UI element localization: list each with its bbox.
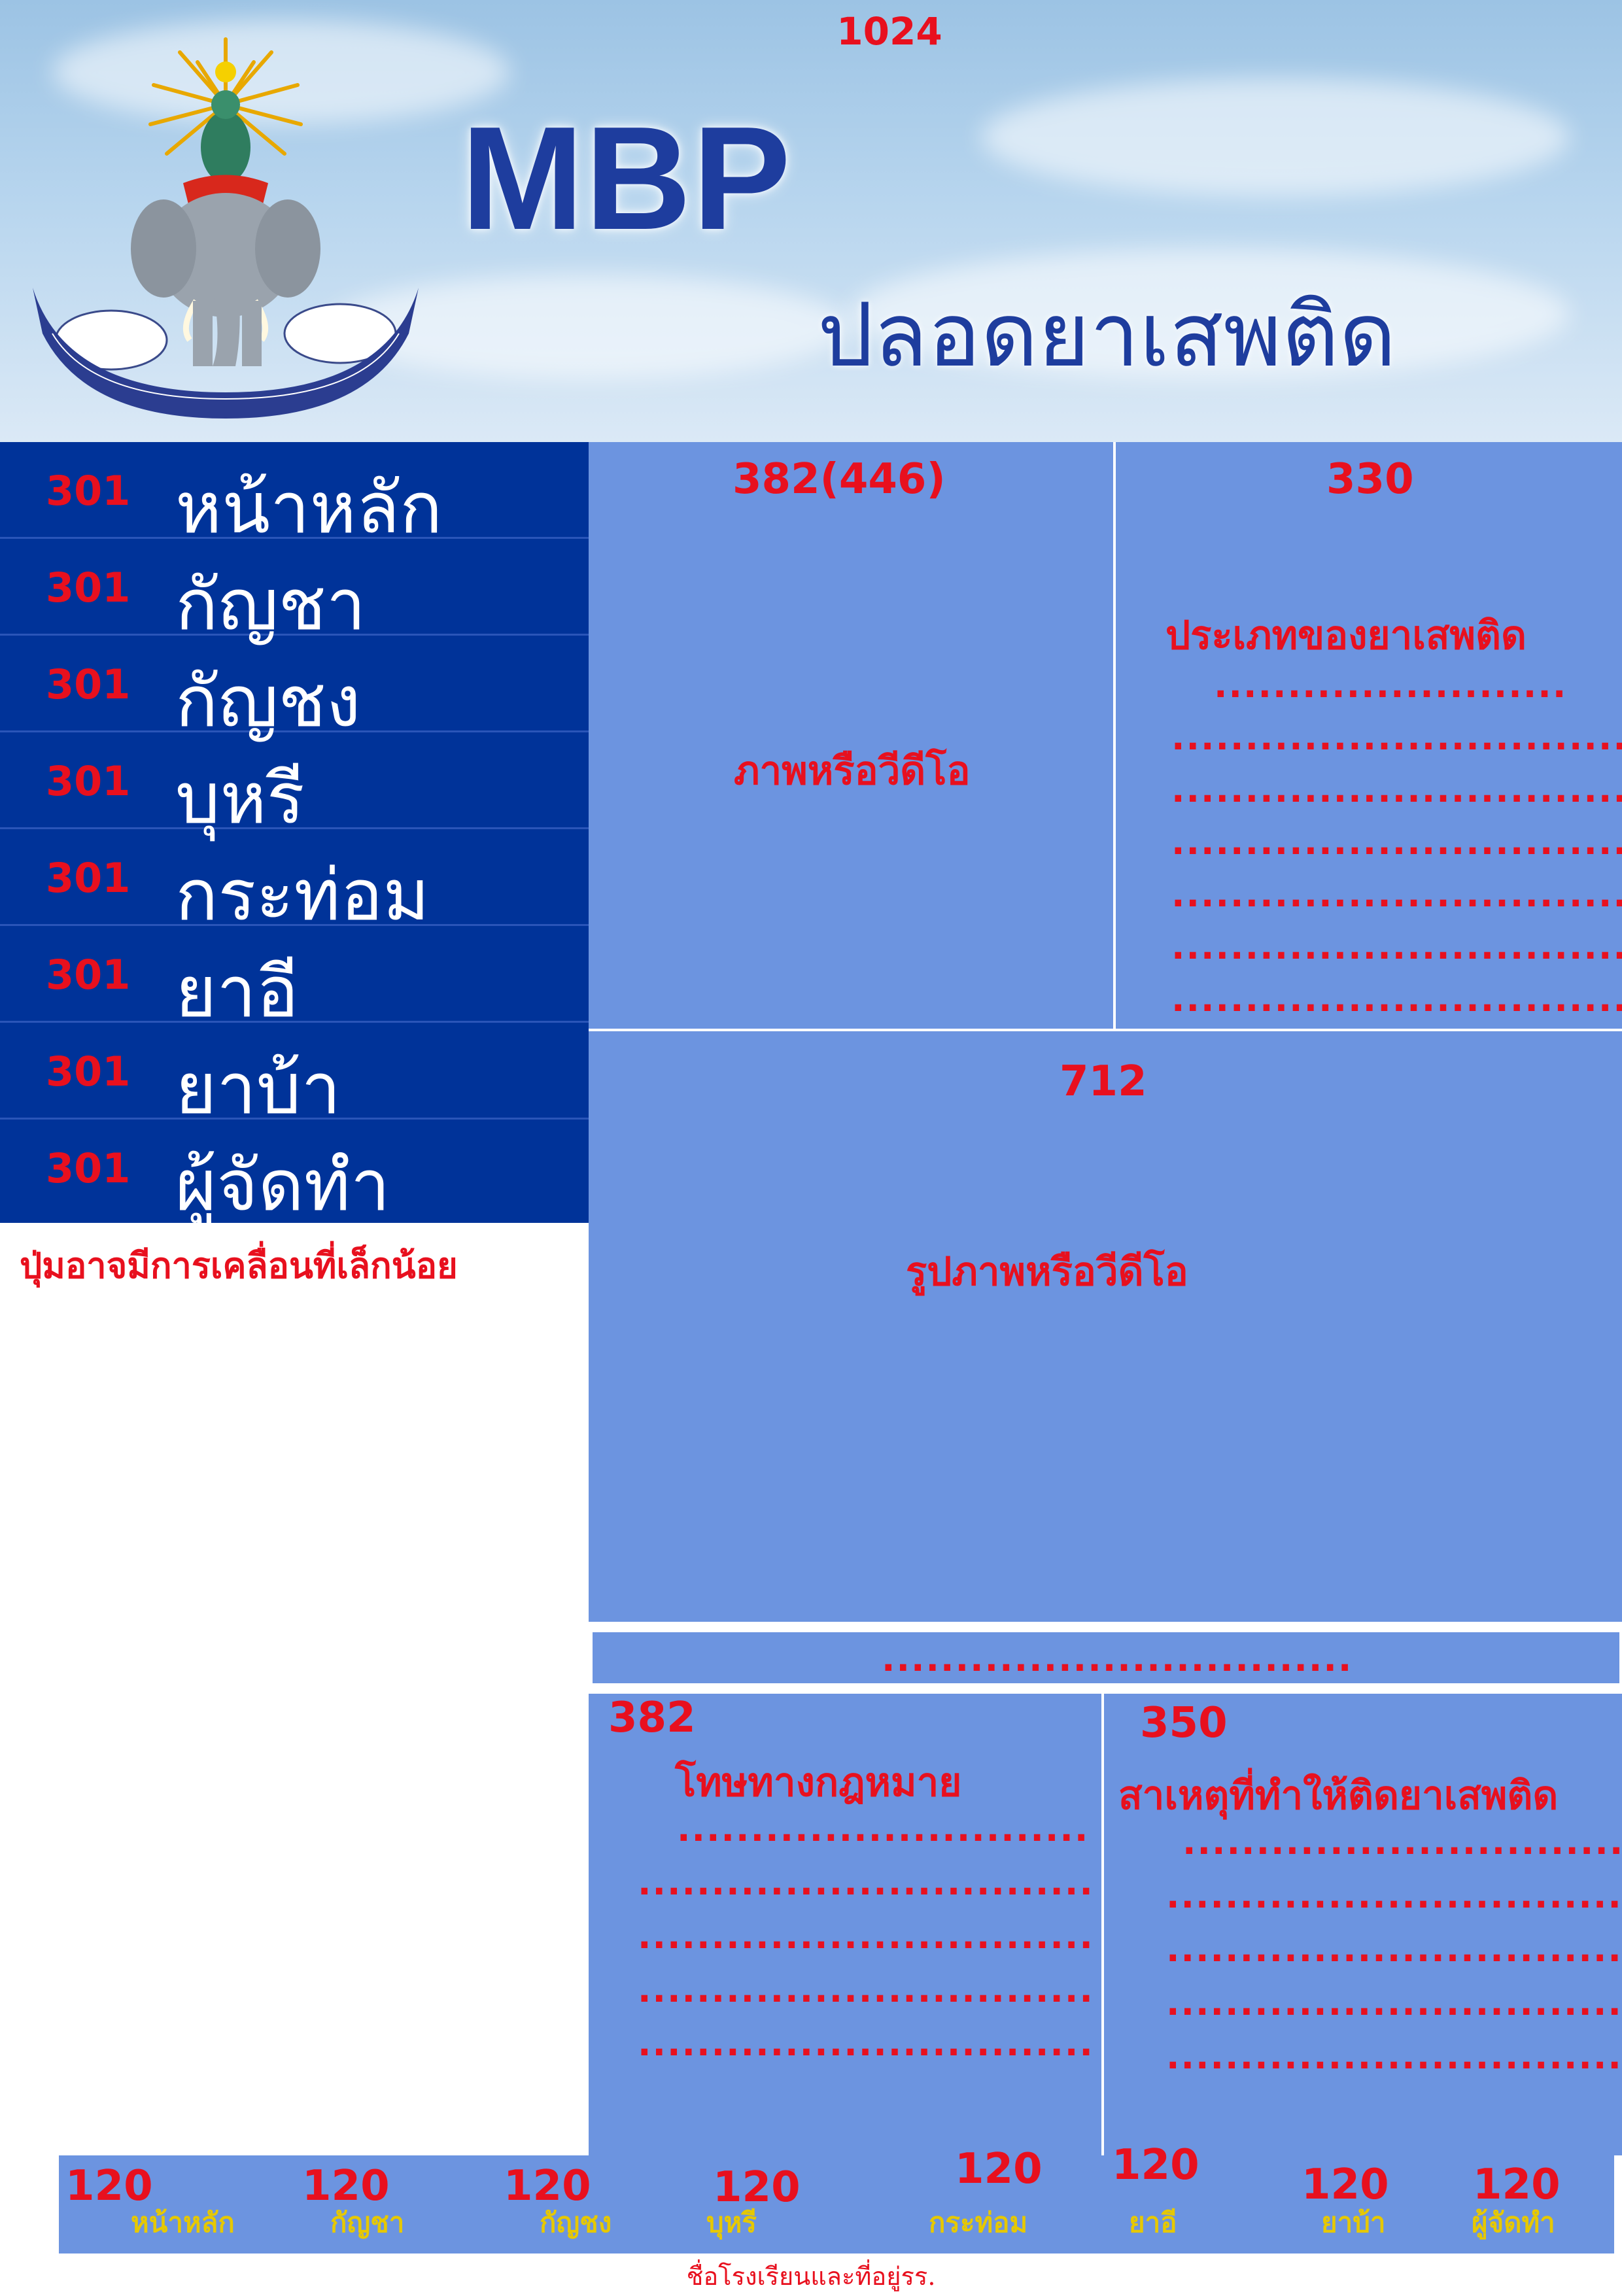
bottom-nav-size-label: 120 [1112, 2141, 1199, 2189]
text-line: ............................... [1166, 1928, 1622, 1970]
bottom-nav-label: ยาบ้า [1321, 2206, 1386, 2238]
text-line: ........................ [1214, 664, 1568, 706]
nav-size-label: 301 [46, 467, 131, 515]
bottom-nav-item-cigarette[interactable]: 120 บุหรี [706, 2155, 889, 2253]
app-subtitle: ปลอดยาเสพติด [818, 284, 1396, 386]
text-line: ............................... [638, 2023, 1094, 2064]
bottom-nav: 120 หน้าหลัก 120 กัญชา 120 กัญชง 120 บุห… [59, 2141, 1614, 2253]
sidebar-item-kratom[interactable]: 301 กระท่อม [0, 829, 589, 936]
sidebar-item-hemp[interactable]: 301 กัญชง [0, 636, 589, 743]
sidebar-item-cannabis[interactable]: 301 กัญชา [0, 539, 589, 646]
text-line: ............................... [638, 1862, 1094, 1903]
drug-types-panel: 330 ประเภทของยาเสพติด ..................… [1116, 442, 1622, 1029]
bottom-nav-size-label: 120 [955, 2145, 1043, 2193]
text-line: ............................ [677, 1808, 1090, 1849]
bottom-nav-label: หน้าหลัก [131, 2206, 235, 2238]
nav-size-label: 301 [46, 564, 131, 611]
bottom-nav-label: ยาอี [1129, 2206, 1177, 2238]
nav-size-label: 301 [46, 1144, 131, 1192]
divider-text: ................................ [882, 1638, 1353, 1679]
media-placeholder-text: รูปภาพหรือวีดีโอ [906, 1249, 1188, 1295]
nav-size-label: 301 [46, 951, 131, 999]
bottom-nav-item-kratom[interactable]: 120 กระท่อม [929, 2145, 1125, 2253]
app-title: MBP [461, 95, 792, 260]
text-line: ............................... [1166, 1982, 1622, 2023]
nav-size-label: 301 [46, 757, 131, 805]
text-line: ............................... [1166, 2036, 1622, 2077]
width-label: 1024 [837, 9, 942, 54]
bottom-nav-item-creators[interactable]: 120 ผู้จัดทำ [1472, 2155, 1609, 2253]
addiction-causes-title: สาเหตุที่ทำให้ติดยาเสพติด [1118, 1773, 1559, 1819]
panel-size-label: 330 [1326, 455, 1414, 504]
drug-types-title: ประเภทของยาเสพติด [1165, 613, 1527, 659]
bottom-nav-label: กัญชง [540, 2206, 612, 2238]
nav-size-label: 301 [46, 1048, 131, 1095]
text-line: ............................... [1171, 769, 1622, 810]
legal-penalty-panel: 382 โทษทางกฎหมาย .......................… [589, 1694, 1101, 2155]
text-line: ............................... [1166, 1875, 1622, 1916]
bottom-nav-label: ผู้จัดทำ [1472, 2206, 1555, 2238]
panel-size-label: 382 [608, 1694, 696, 1742]
school-emblem-icon [33, 37, 419, 419]
panel-size-label: 350 [1140, 1699, 1228, 1747]
text-line: ............................... [1171, 821, 1622, 863]
nav-size-label: 301 [46, 660, 131, 708]
header-banner: 1024 MBP ปลอดยาเสพติด [0, 0, 1622, 442]
text-line: ............................... [638, 1969, 1094, 2010]
media-panel-top[interactable]: 382(446) ภาพหรือวีดีโอ [589, 442, 1113, 1029]
nav-size-label: 301 [46, 854, 131, 902]
bottom-nav-label: บุหรี [706, 2206, 757, 2238]
nav-label: ผู้จัดทำ [175, 1145, 390, 1227]
text-line: ............................... [1171, 717, 1622, 758]
bottom-nav-label: กัญชา [330, 2206, 405, 2238]
addiction-causes-panel: 350 สาเหตุที่ทำให้ติดยาเสพติด ..........… [1104, 1694, 1622, 2155]
sidebar-item-home[interactable]: 301 หน้าหลัก [0, 442, 589, 549]
text-line: ............................... [1171, 926, 1622, 967]
media-placeholder-text: ภาพหรือวีดีโอ [734, 748, 971, 794]
sidebar-item-cigarette[interactable]: 301 บุหรี [0, 732, 589, 840]
bottom-nav-label: กระท่อม [929, 2206, 1028, 2238]
text-line: ............................... [1171, 874, 1622, 915]
legal-penalty-title: โทษทางกฎหมาย [675, 1760, 962, 1806]
bottom-nav-item-cannabis[interactable]: 120 กัญชา [294, 2155, 464, 2253]
sidebar-note: ปุ่มอาจมีการเคลื่อนที่เล็กน้อย [20, 1245, 458, 1286]
text-line: ............................... [1171, 978, 1622, 1019]
panel-size-label: 382(446) [733, 455, 946, 504]
sidebar-item-creators[interactable]: 301 ผู้จัดทำ [0, 1120, 589, 1227]
sidebar-item-ecstasy[interactable]: 301 ยาอี [0, 926, 589, 1033]
sidebar-item-methamphetamine[interactable]: 301 ยาบ้า [0, 1023, 589, 1130]
text-line: ............................... [638, 1915, 1094, 1957]
media-panel-main[interactable]: 712 รูปภาพหรือวีดีโอ [589, 1031, 1622, 1622]
sidebar-nav: 301 หน้าหลัก 301 กัญชา 301 กัญชง 301 บุห… [0, 442, 589, 1227]
bottom-nav-item-hemp[interactable]: 120 กัญชง [497, 2155, 680, 2253]
panel-size-label: 712 [1060, 1057, 1147, 1106]
bottom-nav-item-home[interactable]: 120 หน้าหลัก [59, 2155, 255, 2253]
bottom-nav-item-ecstasy[interactable]: 120 ยาอี [1112, 2141, 1243, 2253]
bottom-nav-item-methamphetamine[interactable]: 120 ยาบ้า [1302, 2155, 1445, 2253]
footer-school-address: ชื่อโรงเรียนและที่อยู่รร. [686, 2262, 936, 2291]
text-line: ............................... [1182, 1821, 1622, 1862]
divider-bar: ................................ [593, 1632, 1619, 1683]
